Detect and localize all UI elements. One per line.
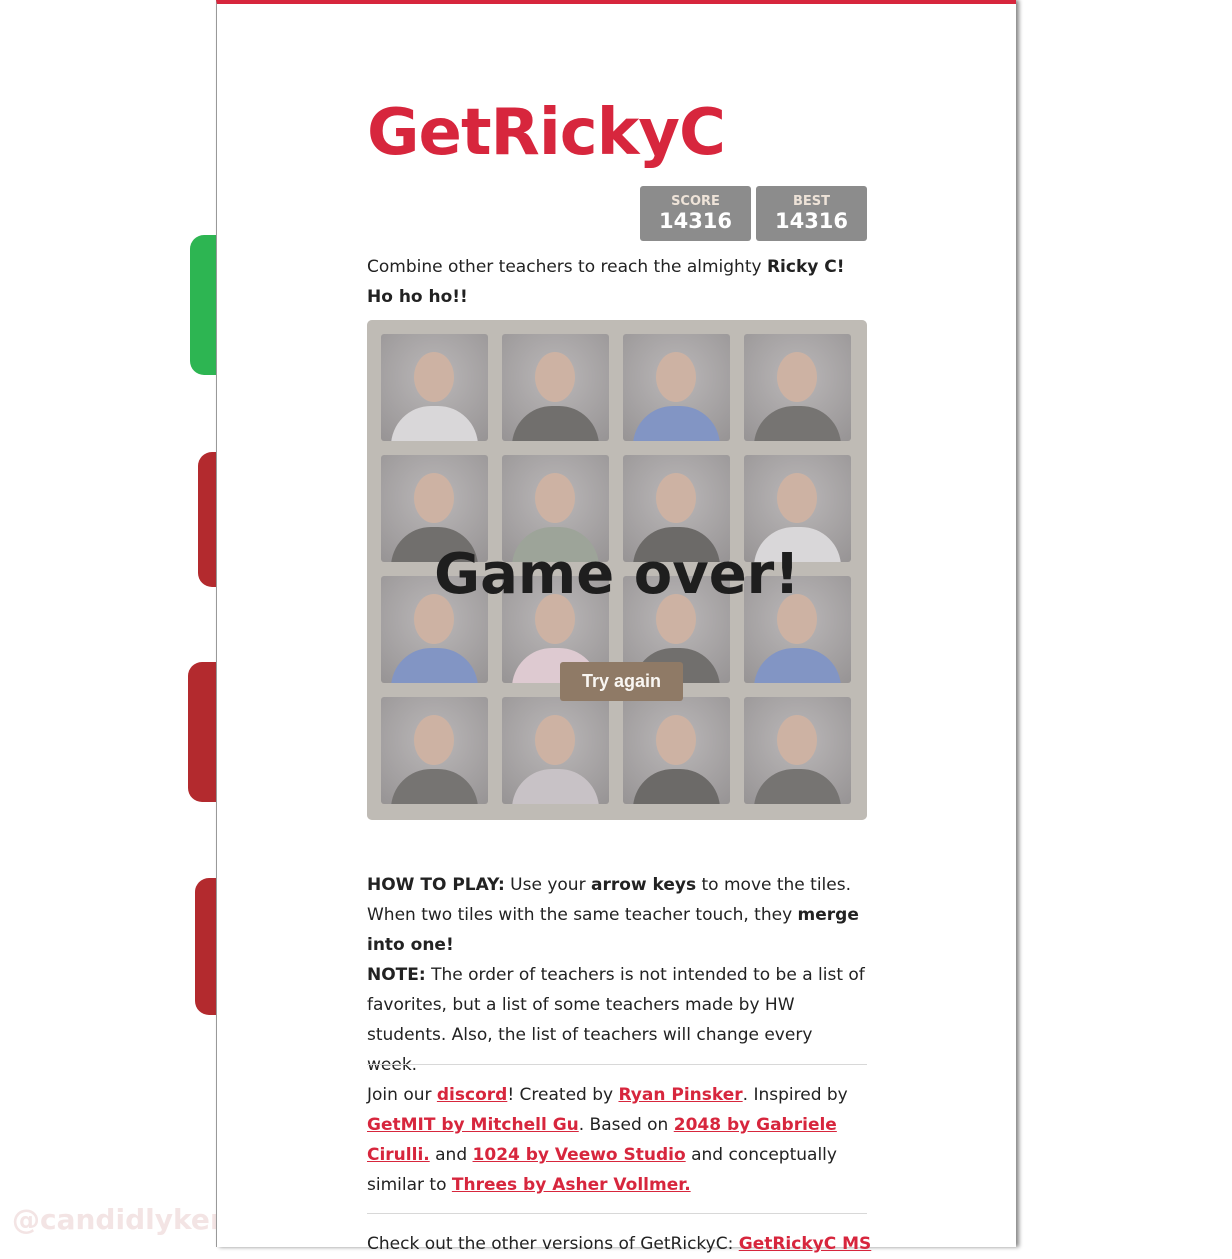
other-versions: Check out the other versions of GetRicky… bbox=[367, 1234, 872, 1254]
try-again-button[interactable]: Try again bbox=[560, 662, 683, 701]
divider bbox=[367, 1213, 867, 1214]
score-value: 14316 bbox=[658, 209, 733, 233]
best-box: BEST 14316 bbox=[756, 186, 867, 241]
credits: Join our discord! Created by Ryan Pinske… bbox=[367, 1085, 848, 1195]
divider bbox=[367, 1064, 867, 1065]
game-board[interactable]: Game over! Try again bbox=[367, 320, 867, 820]
best-label: BEST bbox=[792, 194, 831, 209]
ms-version-link[interactable]: GetRickyC MS bbox=[739, 1234, 872, 1254]
author-link[interactable]: Ryan Pinsker bbox=[618, 1085, 742, 1105]
getmit-link[interactable]: GetMIT by Mitchell Gu bbox=[367, 1115, 579, 1135]
score-label: SCORE bbox=[671, 194, 720, 209]
game-over-message: Game over! bbox=[434, 542, 800, 607]
discord-link[interactable]: discord bbox=[437, 1085, 507, 1105]
score-box: SCORE 14316 bbox=[640, 186, 751, 241]
decoration-red bbox=[188, 662, 218, 802]
game-title: GetRickyC bbox=[367, 96, 726, 170]
watermark: @candidlykeri bbox=[12, 1203, 234, 1236]
1024-link[interactable]: 1024 by Veewo Studio bbox=[473, 1145, 686, 1165]
how-to-play: HOW TO PLAY: Use your arrow keys to move… bbox=[367, 875, 865, 1075]
best-value: 14316 bbox=[774, 209, 849, 233]
intro-text: Combine other teachers to reach the almi… bbox=[367, 257, 845, 307]
page: GetRickyC SCORE 14316 BEST 14316 Combine o… bbox=[216, 0, 1016, 1254]
game-over-overlay: Game over! Try again bbox=[367, 320, 867, 820]
threes-link[interactable]: Threes by Asher Vollmer. bbox=[452, 1175, 691, 1195]
